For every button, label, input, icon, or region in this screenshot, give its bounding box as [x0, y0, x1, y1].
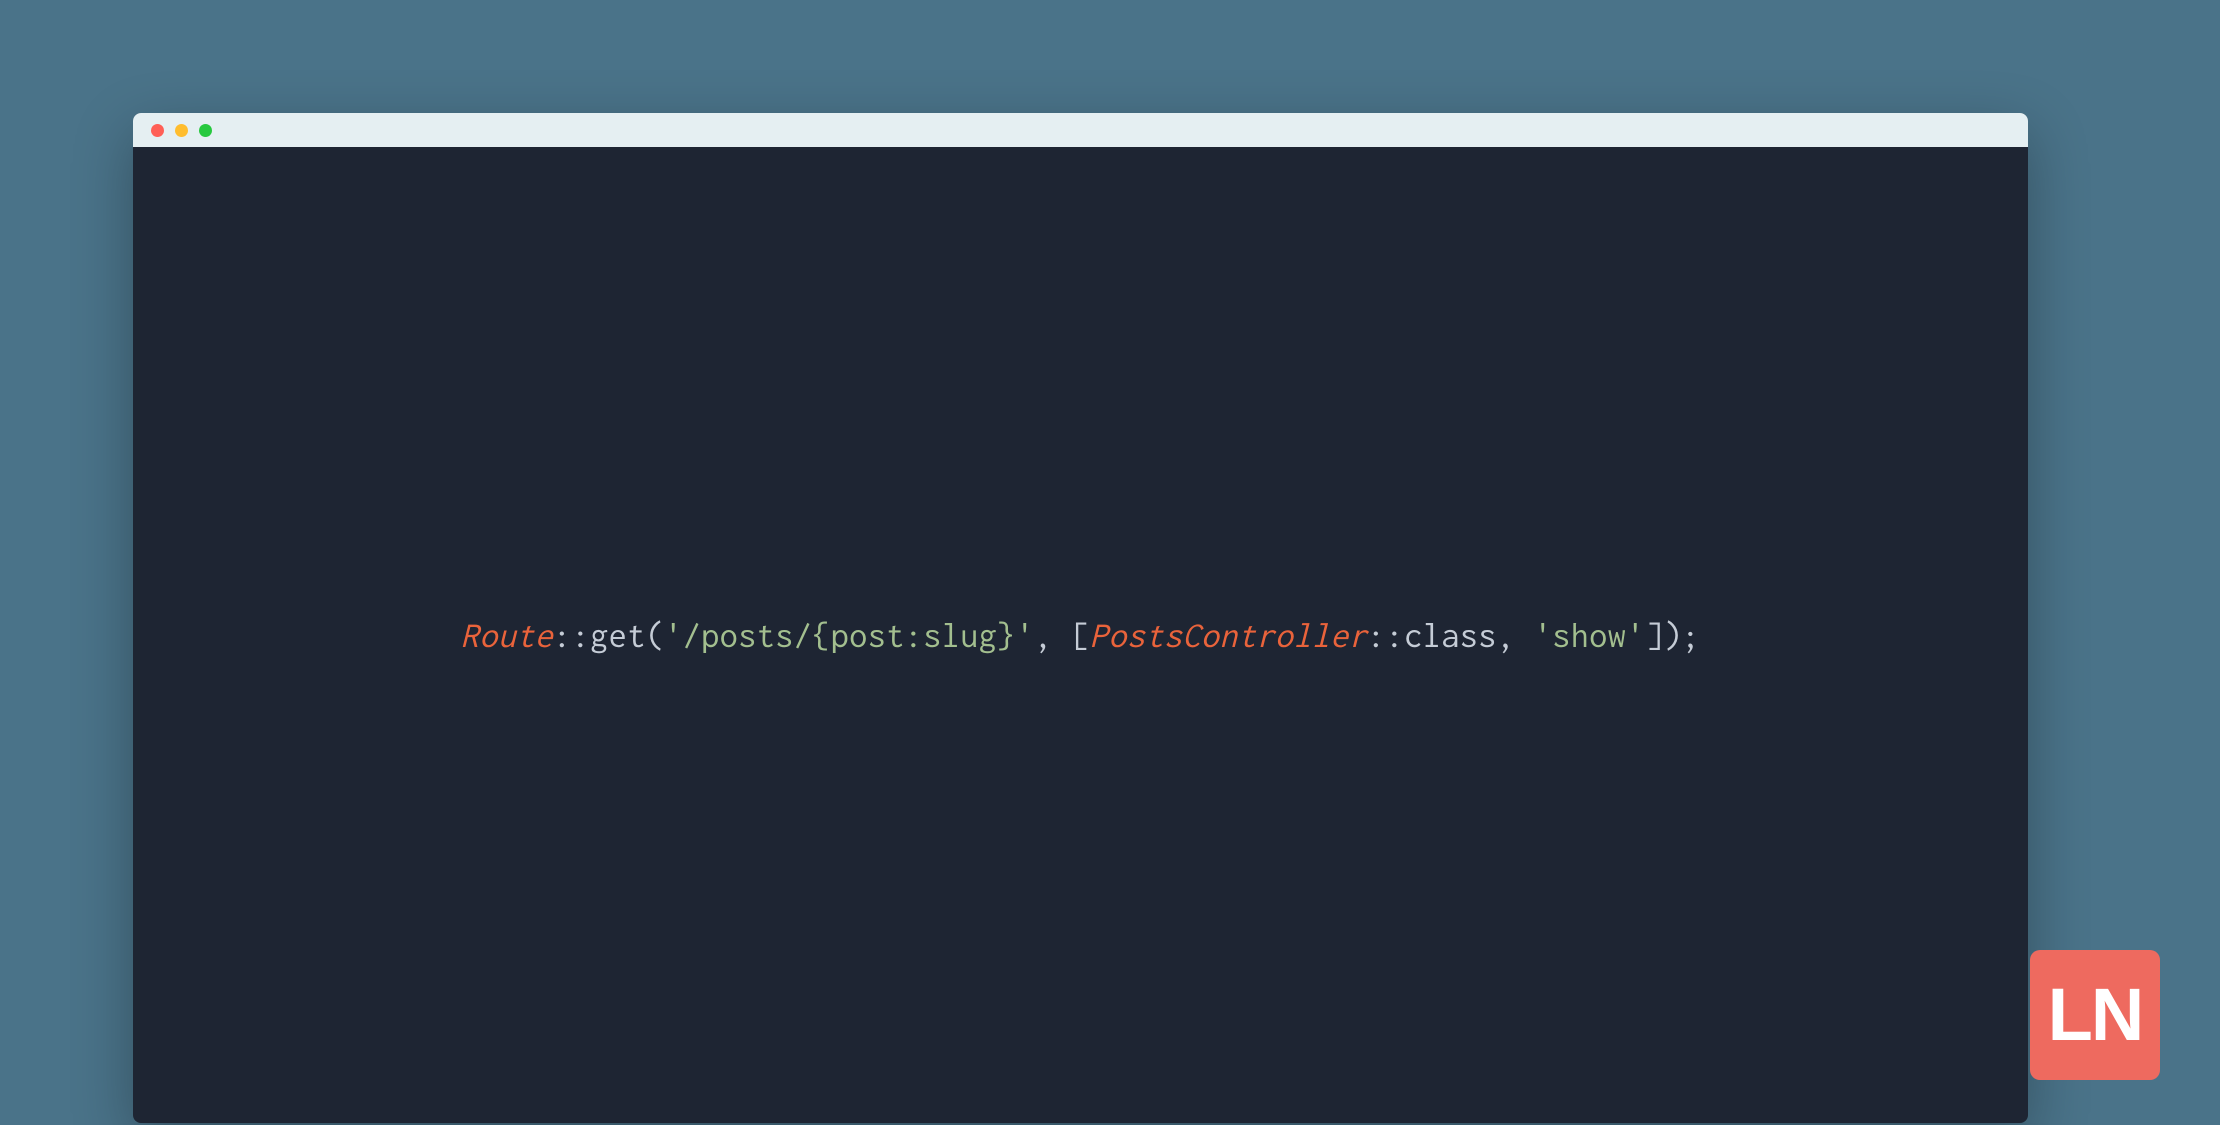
code-token-class: Route	[461, 616, 554, 654]
window-titlebar	[133, 113, 2028, 147]
editor-body: Route::get('/posts/{post:slug}', [PostsC…	[133, 147, 2028, 1123]
close-icon[interactable]	[151, 124, 164, 137]
code-token-class: PostsController	[1090, 616, 1368, 654]
code-token-string: 'show'	[1534, 616, 1645, 654]
code-token-default: , [	[1034, 616, 1090, 654]
code-token-default: ]);	[1645, 616, 1701, 654]
code-token-default: ::get(	[553, 616, 664, 654]
code-token-default: ::class,	[1367, 616, 1534, 654]
logo-text: LN	[2048, 978, 2143, 1052]
minimize-icon[interactable]	[175, 124, 188, 137]
code-line: Route::get('/posts/{post:slug}', [PostsC…	[461, 608, 1701, 662]
maximize-icon[interactable]	[199, 124, 212, 137]
code-token-string: '/posts/{post:slug}'	[664, 616, 1034, 654]
editor-window: Route::get('/posts/{post:slug}', [PostsC…	[133, 113, 2028, 1123]
logo-badge: LN	[2030, 950, 2160, 1080]
